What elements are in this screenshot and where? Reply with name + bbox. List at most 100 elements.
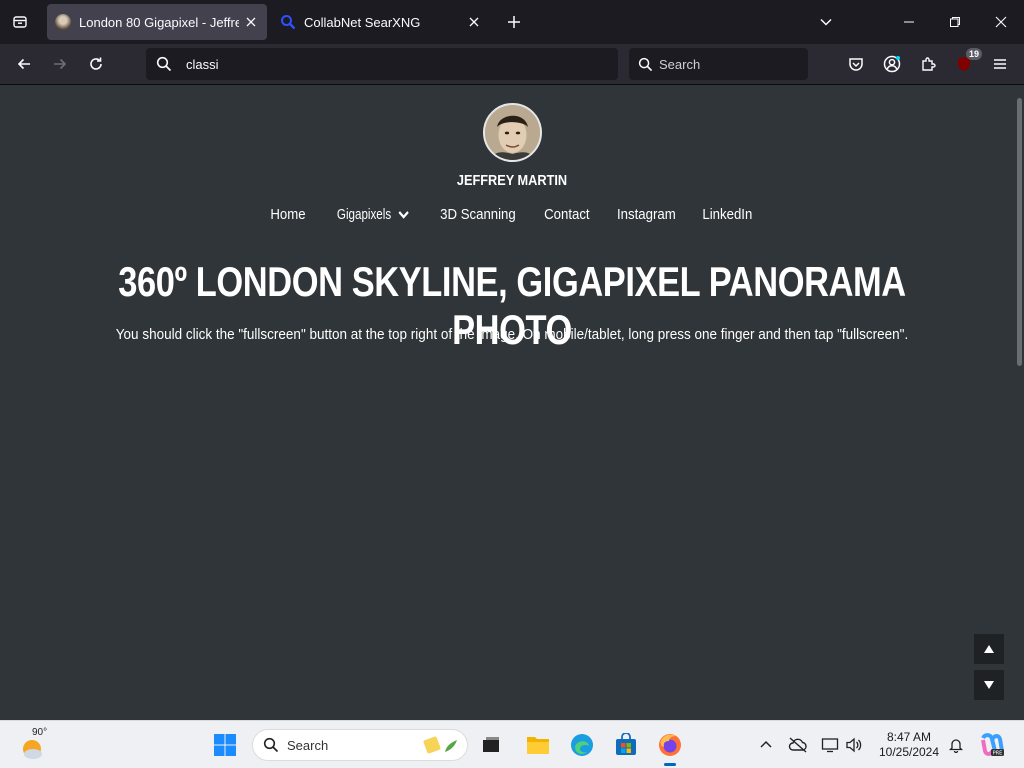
speaker-icon bbox=[846, 737, 862, 753]
clock-date: 10/25/2024 bbox=[878, 745, 940, 759]
back-button[interactable] bbox=[12, 52, 36, 76]
search-icon bbox=[156, 56, 172, 72]
navigation-toolbar: classi 19 bbox=[0, 44, 1024, 85]
volume-button[interactable] bbox=[838, 729, 870, 761]
minimize-icon bbox=[904, 21, 914, 23]
firefox-icon bbox=[659, 734, 681, 756]
edge-icon bbox=[571, 734, 593, 756]
chevron-down-icon bbox=[820, 18, 832, 26]
minimize-button[interactable] bbox=[897, 10, 921, 34]
chevron-down-icon bbox=[398, 210, 409, 219]
searxng-favicon-icon bbox=[280, 14, 296, 30]
chevron-up-icon bbox=[760, 740, 772, 748]
tab-close-button[interactable] bbox=[466, 14, 482, 30]
close-icon bbox=[995, 16, 1007, 28]
forward-button[interactable] bbox=[48, 52, 72, 76]
search-highlight-icon bbox=[423, 736, 457, 754]
page-scrollbar[interactable] bbox=[1017, 98, 1022, 366]
triangle-down-icon bbox=[984, 681, 994, 689]
file-explorer-button[interactable] bbox=[522, 729, 554, 761]
triangle-up-icon bbox=[984, 645, 994, 653]
plus-icon bbox=[508, 16, 520, 28]
extensions-button[interactable] bbox=[916, 52, 940, 76]
search-icon bbox=[638, 57, 653, 71]
taskbar: 90° Search 8:47 AM 10/25/2024 PRE bbox=[0, 720, 1024, 768]
bell-icon bbox=[948, 739, 964, 753]
tab-title: London 80 Gigapixel - Jeffrey M bbox=[79, 14, 239, 30]
network-icon bbox=[821, 738, 839, 753]
windows-logo-icon bbox=[214, 734, 236, 756]
account-button[interactable] bbox=[880, 52, 904, 76]
taskbar-search-label: Search bbox=[287, 737, 329, 753]
search-input[interactable] bbox=[659, 56, 799, 72]
tab-title: CollabNet SearXNG bbox=[304, 14, 421, 30]
site-name[interactable]: JEFFREY MARTIN bbox=[77, 172, 947, 189]
restore-button[interactable] bbox=[943, 10, 967, 34]
weather-widget[interactable]: 90° bbox=[20, 727, 54, 761]
show-hidden-icons-button[interactable] bbox=[750, 729, 782, 761]
task-view-icon bbox=[483, 737, 499, 752]
notifications-button[interactable] bbox=[940, 729, 972, 761]
close-icon bbox=[469, 17, 479, 27]
account-icon bbox=[883, 55, 901, 73]
pocket-icon bbox=[849, 58, 863, 71]
scroll-down-button[interactable] bbox=[974, 670, 1004, 700]
site-navigation: Home Gigapixels 3D Scanning Contact Inst… bbox=[0, 206, 1024, 223]
system-clock[interactable]: 8:47 AM 10/25/2024 bbox=[874, 730, 944, 760]
nav-link-gigapixels[interactable]: Gigapixels bbox=[333, 206, 410, 223]
tab-overflow-button[interactable] bbox=[814, 10, 838, 34]
onedrive-button[interactable] bbox=[782, 729, 814, 761]
avatar[interactable] bbox=[483, 103, 542, 162]
nav-link-3d-scanning[interactable]: 3D Scanning bbox=[440, 206, 516, 223]
puzzle-icon bbox=[922, 57, 936, 71]
clock-time: 8:47 AM bbox=[886, 730, 932, 744]
search-bar[interactable] bbox=[629, 48, 808, 80]
weather-temp: 90° bbox=[32, 727, 48, 738]
tab-list-button[interactable] bbox=[8, 10, 32, 34]
tab-london-gigapixel[interactable]: London 80 Gigapixel - Jeffrey M bbox=[47, 4, 267, 40]
close-icon bbox=[246, 17, 256, 27]
firefox-button[interactable] bbox=[654, 729, 686, 761]
start-button[interactable] bbox=[209, 729, 241, 761]
firefox-active-indicator bbox=[664, 763, 676, 766]
hamburger-menu-icon bbox=[994, 59, 1006, 69]
task-view-button[interactable] bbox=[475, 729, 507, 761]
nav-link-linkedin[interactable]: LinkedIn bbox=[703, 206, 753, 223]
reload-icon bbox=[90, 57, 102, 70]
arrow-left-icon bbox=[17, 58, 30, 70]
cloud-offline-icon bbox=[788, 737, 807, 753]
tab-bar: London 80 Gigapixel - Jeffrey M CollabNe… bbox=[0, 0, 1024, 44]
microsoft-store-button[interactable] bbox=[610, 729, 642, 761]
edge-button[interactable] bbox=[566, 729, 598, 761]
svg-text:PRE: PRE bbox=[993, 751, 1003, 757]
nav-link-instagram[interactable]: Instagram bbox=[617, 206, 676, 223]
nav-link-home[interactable]: Home bbox=[270, 206, 305, 223]
tab-searxng[interactable]: CollabNet SearXNG bbox=[272, 4, 490, 40]
page-content[interactable]: JEFFREY MARTIN Home Gigapixels 3D Scanni… bbox=[0, 86, 1024, 720]
tab-close-button[interactable] bbox=[243, 14, 259, 30]
store-icon bbox=[616, 733, 636, 755]
pocket-button[interactable] bbox=[844, 52, 868, 76]
ublock-count-badge: 19 bbox=[965, 48, 982, 60]
tab-list-icon bbox=[13, 16, 27, 28]
copilot-icon: PRE bbox=[981, 733, 1005, 757]
restore-icon bbox=[950, 17, 960, 27]
close-window-button[interactable] bbox=[989, 10, 1013, 34]
instructions-text: You should click the "fullscreen" button… bbox=[115, 326, 909, 343]
address-bar[interactable]: classi bbox=[146, 48, 618, 80]
copilot-button[interactable]: PRE bbox=[976, 729, 1008, 761]
jeffrey-favicon-icon bbox=[55, 14, 71, 30]
nav-link-contact[interactable]: Contact bbox=[544, 206, 589, 223]
folder-icon bbox=[527, 737, 549, 754]
nav-link-label: Gigapixels bbox=[336, 206, 392, 223]
arrow-right-icon bbox=[54, 58, 67, 70]
reload-button[interactable] bbox=[84, 52, 108, 76]
portrait-avatar-icon bbox=[485, 105, 540, 160]
app-menu-button[interactable] bbox=[988, 52, 1012, 76]
scroll-up-button[interactable] bbox=[974, 634, 1004, 664]
address-text: classi bbox=[186, 56, 219, 72]
ublock-button[interactable]: 19 bbox=[952, 48, 982, 76]
new-tab-button[interactable] bbox=[504, 12, 524, 32]
search-icon bbox=[263, 737, 279, 753]
taskbar-search[interactable]: Search bbox=[252, 729, 468, 761]
